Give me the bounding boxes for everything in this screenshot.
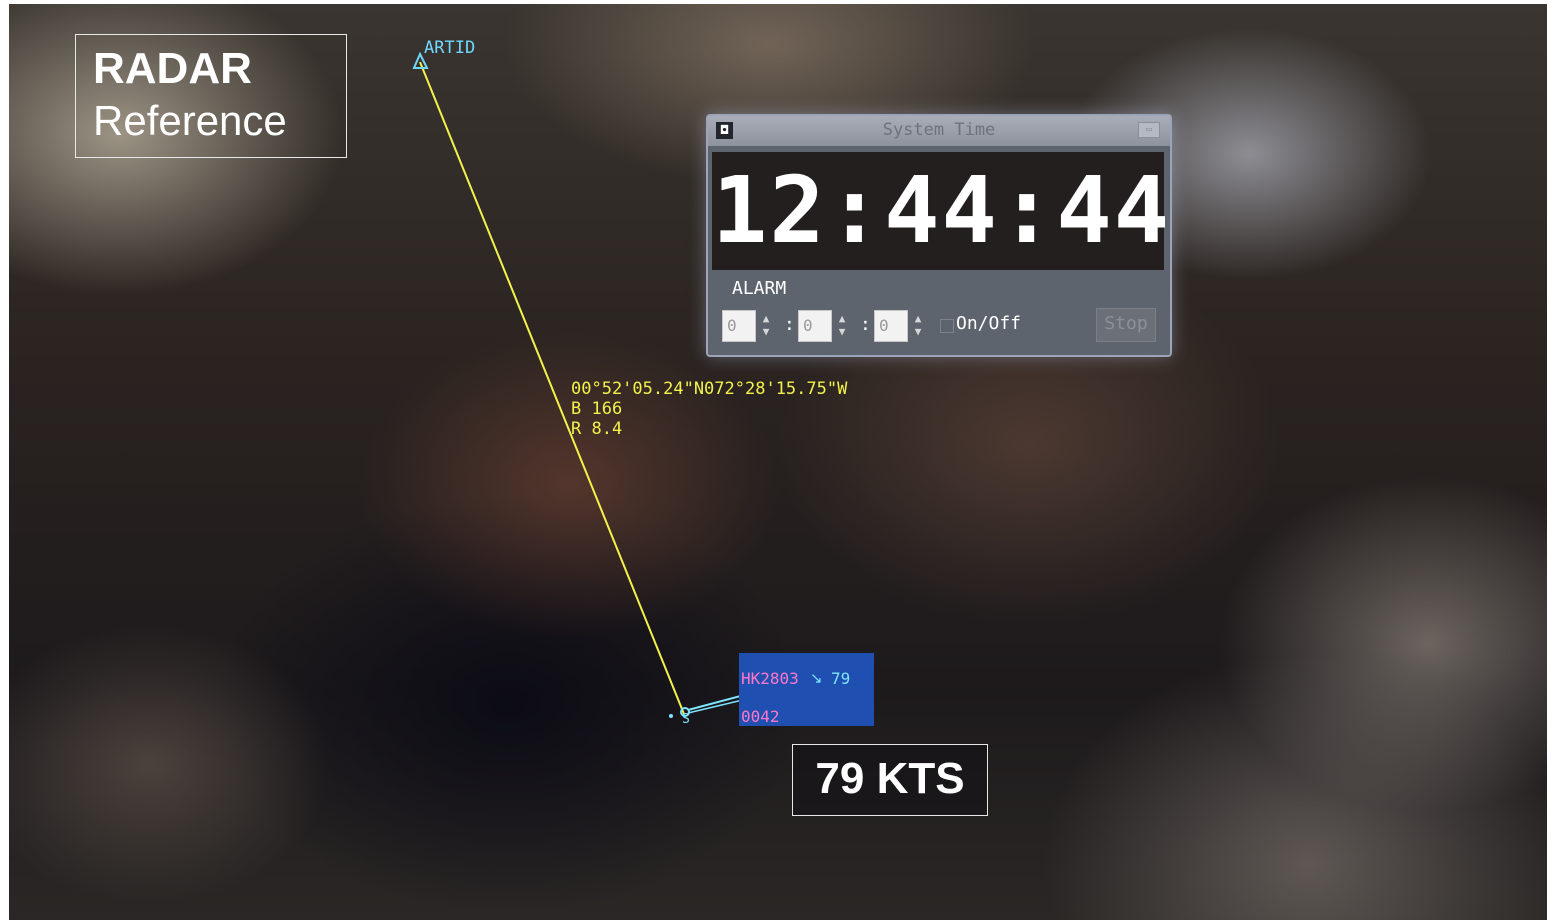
alarm-minutes-input[interactable]: 0 xyxy=(798,310,832,342)
speed-callout: 79 KTS xyxy=(792,744,988,816)
track-symbol-label: S xyxy=(682,712,690,727)
maximize-icon[interactable]: ▭ xyxy=(1138,122,1160,138)
alarm-separator: : xyxy=(860,314,871,335)
system-clock: 12:44:44 xyxy=(712,157,1172,264)
clock-panel: 12:44:44 xyxy=(712,152,1172,270)
alarm-hours-input[interactable]: 0 xyxy=(722,310,756,342)
heading-arrow-icon: ↘ xyxy=(810,671,823,687)
alarm-onoff-checkbox[interactable] xyxy=(940,319,954,333)
system-time-window[interactable]: ◘ System Time ▭ 12:44:44 ALARM 0 ▲ ▼ : 0 … xyxy=(706,114,1172,357)
cursor-readout: 00°52'05.24"N072°28'15.75"W B 166 R 8.4 xyxy=(571,379,847,439)
track-callsign[interactable]: HK2803 xyxy=(741,669,799,688)
alarm-hours-spin-icon[interactable]: ▲ ▼ xyxy=(760,312,772,340)
alarm-seconds-spin-icon[interactable]: ▲ ▼ xyxy=(912,312,924,340)
cursor-range: R 8.4 xyxy=(571,419,623,439)
alarm-onoff-label[interactable]: On/Off xyxy=(956,313,1021,334)
reference-point-label[interactable]: ARTID xyxy=(424,38,475,58)
cursor-position: 00°52'05.24"N072°28'15.75"W xyxy=(571,379,848,399)
track-ground-speed: 79 xyxy=(831,669,851,688)
alarm-seconds-input[interactable]: 0 xyxy=(874,310,908,342)
alarm-stop-button[interactable]: Stop xyxy=(1096,308,1156,342)
radar-reference-box: RADAR Reference xyxy=(75,34,347,158)
window-titlebar[interactable]: ◘ System Time ▭ xyxy=(708,116,1170,146)
window-title: System Time xyxy=(882,120,996,140)
track-squawk: 0042 xyxy=(741,707,780,726)
reference-box-title: RADAR xyxy=(93,44,252,93)
alarm-separator: : xyxy=(784,314,795,335)
cursor-bearing: B 166 xyxy=(571,399,623,419)
reference-box-subtitle: Reference xyxy=(93,97,287,144)
alarm-label: ALARM xyxy=(732,278,787,299)
alarm-minutes-spin-icon[interactable]: ▲ ▼ xyxy=(836,312,848,340)
